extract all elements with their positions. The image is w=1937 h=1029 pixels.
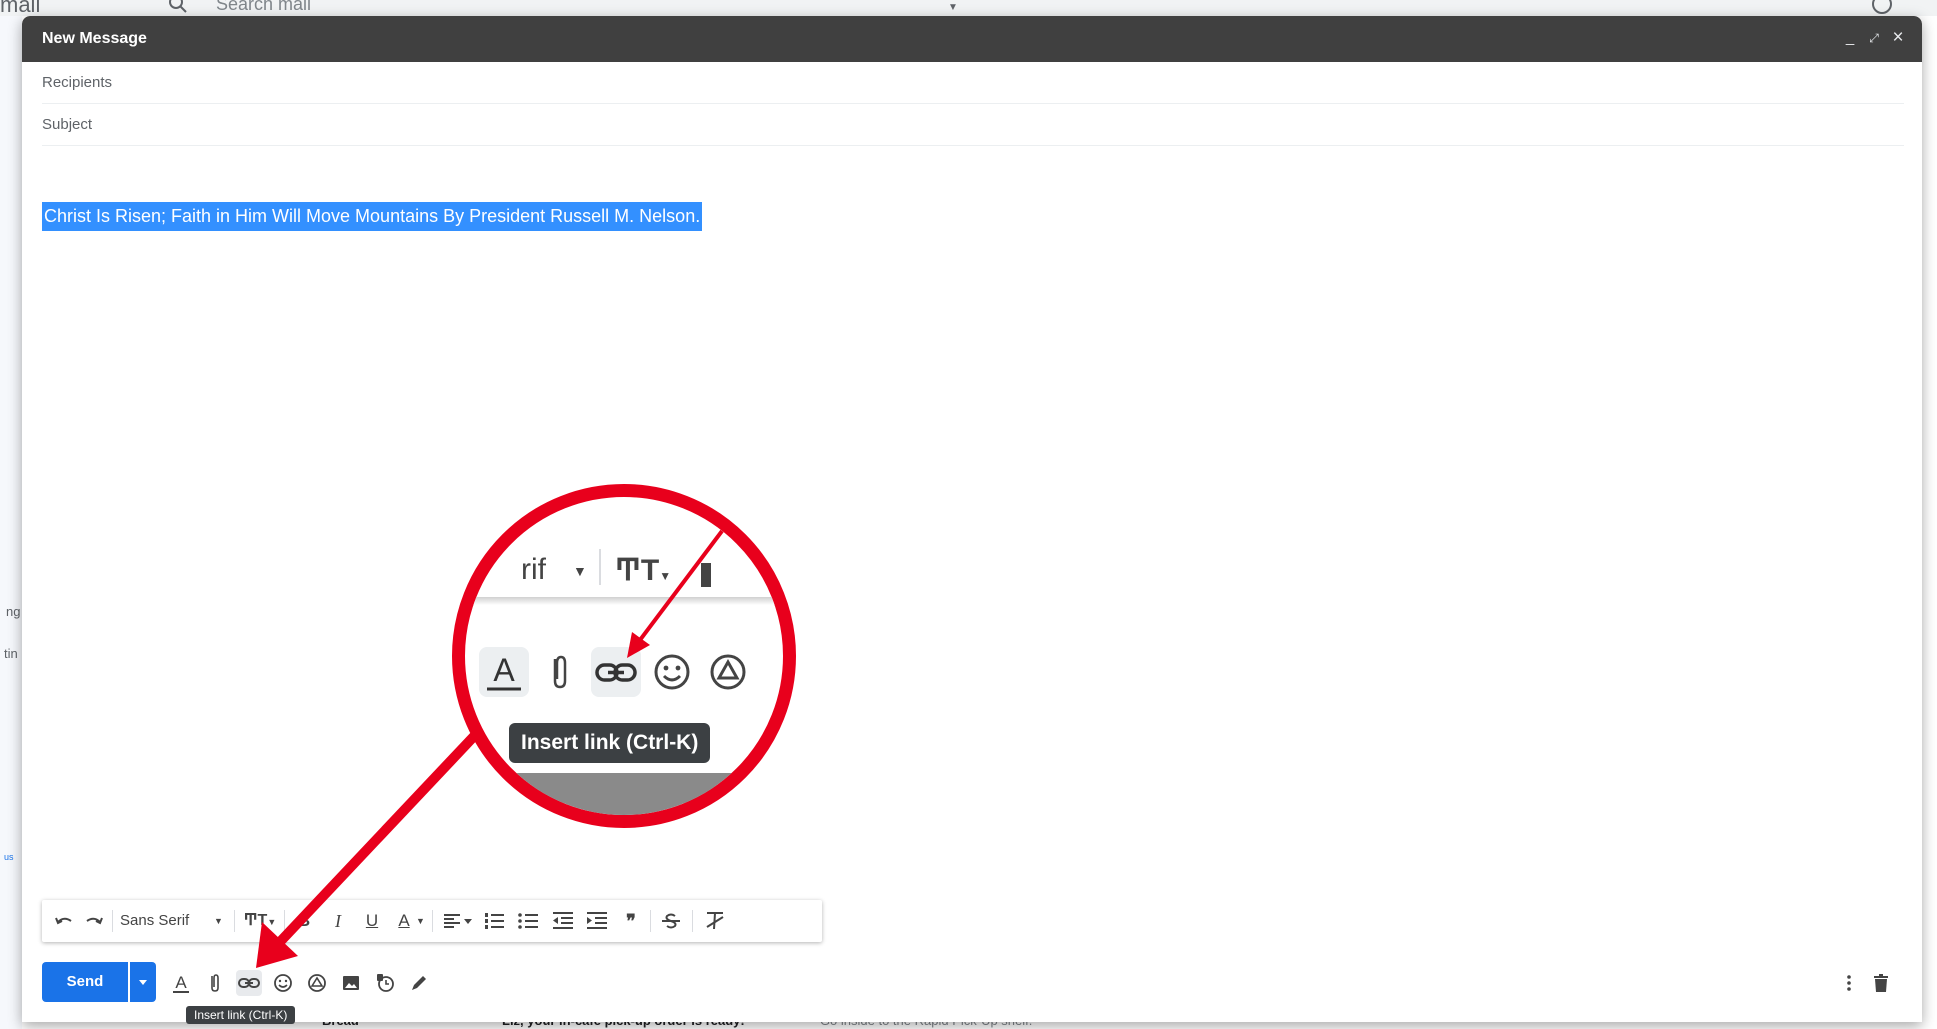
schedule-send-dropdown-button[interactable] bbox=[130, 962, 156, 1002]
sidebar-fragment: us bbox=[4, 852, 14, 862]
remove-formatting-icon[interactable] bbox=[702, 908, 728, 934]
search-options-icon[interactable]: ▼ bbox=[948, 2, 958, 13]
zoom-attach-icon bbox=[535, 647, 585, 697]
insert-link-tooltip: Insert link (Ctrl-K) bbox=[186, 1006, 296, 1024]
font-select-label: Sans Serif bbox=[120, 912, 190, 929]
zoom-content: rif ▼ ͲT▼ A Insert link (Ctrl-K) bbox=[465, 497, 783, 815]
close-icon[interactable]: × bbox=[1888, 28, 1908, 48]
zoom-bold-fragment bbox=[701, 563, 711, 587]
redo-icon[interactable] bbox=[82, 908, 106, 934]
zoom-font-caret-icon: ▼ bbox=[573, 563, 587, 579]
screen: mail Search mail ▼ ng tin us Bread Liz, … bbox=[0, 0, 1937, 1029]
zoom-font-name-fragment: rif bbox=[521, 553, 546, 586]
text-format-letter: A bbox=[175, 973, 187, 992]
zoom-emoji-icon bbox=[647, 647, 697, 697]
sidebar-fragment: tin bbox=[4, 646, 18, 661]
emoji-icon[interactable] bbox=[270, 970, 296, 996]
bulleted-list-icon[interactable] bbox=[516, 908, 542, 934]
toolbar-divider bbox=[432, 910, 433, 932]
text-format-icon[interactable]: A bbox=[168, 970, 194, 996]
toolbar-divider bbox=[234, 910, 235, 932]
zoom-drive-icon bbox=[703, 647, 753, 697]
gmail-logo[interactable]: mail bbox=[0, 0, 40, 16]
gmail-top-bar: mail Search mail ▼ bbox=[0, 0, 1937, 16]
formatting-toolbar: Sans Serif ▼ ͲT▼ B I U A ▼ ❞ bbox=[42, 900, 822, 942]
toolbar-divider bbox=[650, 910, 651, 932]
search-input[interactable]: Search mail bbox=[216, 0, 311, 15]
help-icon[interactable] bbox=[1872, 0, 1892, 14]
toolbar-divider bbox=[284, 910, 285, 932]
zoom-callout: rif ▼ ͲT▼ A Insert link (Ctrl-K) bbox=[452, 484, 796, 828]
trash-icon[interactable] bbox=[1870, 972, 1892, 994]
subject-row bbox=[42, 104, 1904, 146]
zoom-divider bbox=[599, 549, 601, 585]
zoom-text-size-icon: ͲT▼ bbox=[615, 554, 672, 587]
italic-button[interactable]: I bbox=[326, 908, 350, 934]
compose-title: New Message bbox=[42, 30, 147, 47]
indent-more-icon[interactable] bbox=[584, 908, 610, 934]
drive-icon[interactable] bbox=[304, 970, 330, 996]
zoom-text-format-letter: A bbox=[493, 652, 515, 688]
attach-icon[interactable] bbox=[202, 970, 228, 996]
send-button[interactable]: Send bbox=[42, 962, 128, 1002]
font-select[interactable]: Sans Serif bbox=[120, 908, 189, 934]
sidebar-fragment: ng bbox=[6, 604, 21, 619]
zoom-insert-link-tooltip: Insert link (Ctrl-K) bbox=[509, 723, 711, 763]
link-icon[interactable] bbox=[236, 970, 262, 996]
expand-icon[interactable]: ⤢ bbox=[1864, 28, 1884, 48]
toolbar-divider bbox=[112, 910, 113, 932]
strikethrough-icon[interactable] bbox=[658, 908, 684, 934]
photo-icon[interactable] bbox=[338, 970, 364, 996]
compose-header[interactable]: New Message _ ⤢ × bbox=[22, 16, 1922, 62]
indent-less-icon[interactable] bbox=[550, 908, 576, 934]
text-color-button[interactable]: A bbox=[392, 908, 416, 934]
more-options-icon[interactable] bbox=[1838, 972, 1860, 994]
text-color-caret-icon[interactable]: ▼ bbox=[416, 908, 425, 934]
bold-button[interactable]: B bbox=[292, 908, 316, 934]
subject-field[interactable] bbox=[42, 112, 1904, 136]
font-select-caret-icon[interactable]: ▼ bbox=[214, 908, 223, 934]
recipients-row bbox=[42, 62, 1904, 104]
numbered-list-icon[interactable] bbox=[482, 908, 508, 934]
search-icon[interactable] bbox=[168, 0, 188, 14]
recipients-field[interactable] bbox=[42, 70, 1904, 94]
underline-button[interactable]: U bbox=[360, 908, 384, 934]
zoom-text-format-icon: A bbox=[479, 647, 529, 697]
zoom-link-icon bbox=[591, 647, 641, 697]
gmail-sidebar-edge bbox=[0, 16, 22, 1029]
quote-button[interactable]: ❞ bbox=[618, 908, 644, 934]
undo-icon[interactable] bbox=[52, 908, 76, 934]
confidential-icon[interactable] bbox=[372, 970, 398, 996]
signature-icon[interactable] bbox=[406, 970, 432, 996]
minimize-icon[interactable]: _ bbox=[1840, 28, 1860, 48]
align-icon[interactable] bbox=[442, 908, 476, 934]
compose-window: New Message _ ⤢ × Christ Is Risen; Faith… bbox=[22, 16, 1922, 1022]
zoom-toolbar-shadow bbox=[465, 597, 783, 605]
toolbar-divider bbox=[692, 910, 693, 932]
text-size-icon[interactable]: ͲT▼ bbox=[242, 908, 278, 934]
message-body-selected-text[interactable]: Christ Is Risen; Faith in Him Will Move … bbox=[42, 202, 703, 231]
